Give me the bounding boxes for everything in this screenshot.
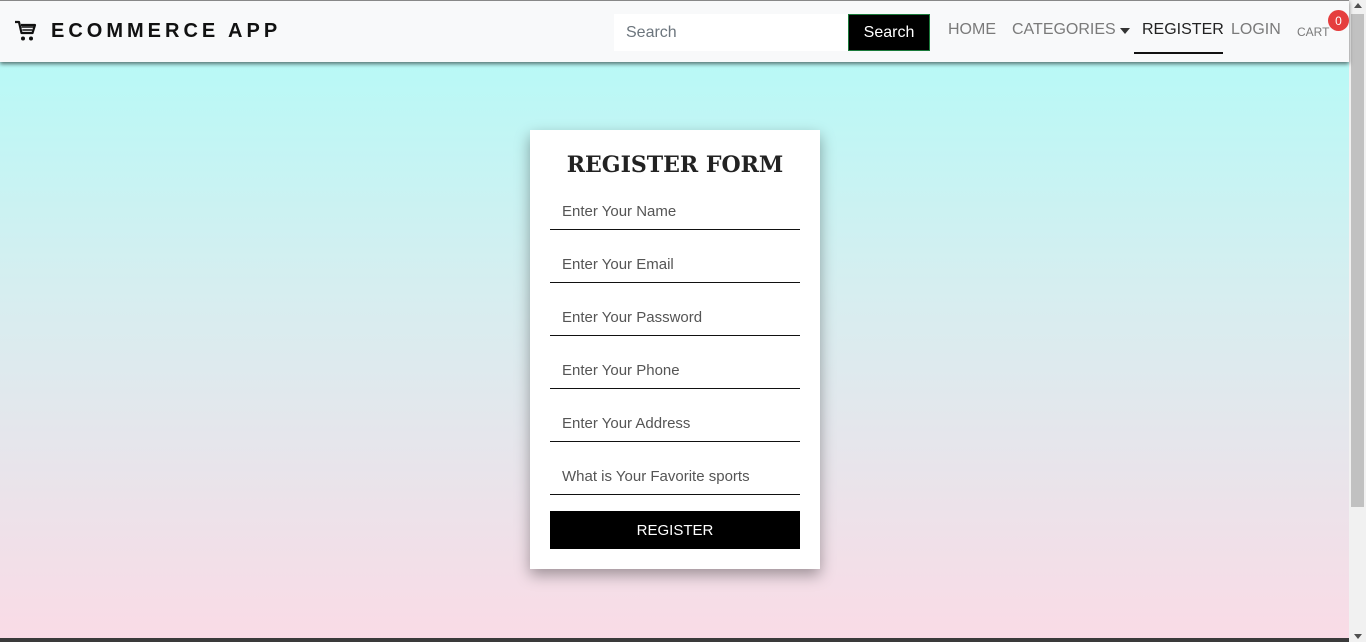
password-field[interactable] — [550, 300, 800, 336]
nav-home-link[interactable]: HOME — [948, 21, 996, 39]
scrollbar-thumb[interactable] — [1351, 14, 1364, 507]
nav-login-link[interactable]: LOGIN — [1231, 21, 1281, 39]
phone-field[interactable] — [550, 353, 800, 389]
search-button[interactable]: Search — [848, 14, 930, 51]
register-button[interactable]: REGISTER — [550, 511, 800, 549]
address-field[interactable] — [550, 406, 800, 442]
cart-count-badge: 0 — [1328, 10, 1349, 31]
brand-link[interactable]: ECOMMERCE APP — [14, 19, 281, 43]
bottom-edge — [0, 638, 1349, 642]
nav-categories-dropdown[interactable]: CATEGORIES — [1012, 21, 1130, 39]
scroll-up-arrow-icon[interactable] — [1354, 3, 1362, 8]
form-title: REGISTER FORM — [566, 152, 784, 178]
nav-register-link[interactable]: REGISTER — [1142, 21, 1224, 39]
nav-categories-label: CATEGORIES — [1012, 21, 1116, 38]
vertical-scrollbar[interactable] — [1349, 0, 1366, 642]
favorite-sports-field[interactable] — [550, 459, 800, 495]
scroll-down-arrow-icon[interactable] — [1354, 634, 1362, 639]
email-field[interactable] — [550, 247, 800, 283]
search-input[interactable] — [614, 14, 849, 51]
chevron-down-icon — [1119, 27, 1130, 34]
name-field[interactable] — [550, 194, 800, 230]
active-link-indicator — [1134, 52, 1223, 54]
brand-title: ECOMMERCE APP — [51, 19, 282, 42]
register-form-card: REGISTER FORM REGISTER — [530, 130, 820, 569]
nav-cart-link[interactable]: CART — [1297, 25, 1329, 39]
navbar: ECOMMERCE APP Search HOME CATEGORIES REG… — [0, 0, 1349, 62]
shopping-cart-icon — [15, 20, 37, 41]
